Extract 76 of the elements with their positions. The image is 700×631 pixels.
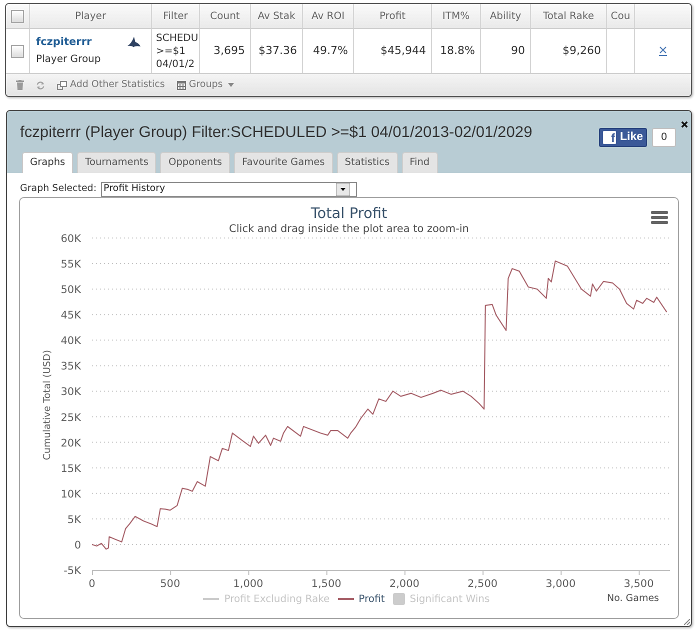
y-axis-title: Cumulative Total (USD) <box>42 350 53 460</box>
close-icon[interactable] <box>681 121 688 128</box>
y-tick-label: 35K <box>60 360 81 373</box>
y-tick-label: 15K <box>60 462 81 475</box>
x-tick-label: 0 <box>88 578 96 590</box>
y-tick-label: 40K <box>60 335 81 348</box>
column-header[interactable]: Total Rake <box>531 4 607 28</box>
chart-title: Total Profit <box>310 205 388 223</box>
panel-title: fczpiterrr (Player Group) Filter:SCHEDULED >=$1 04/01/2013-02/01/2029 <box>20 123 532 143</box>
y-tick-label: 20K <box>60 437 81 450</box>
x-tick-label: 2,000 <box>389 578 420 590</box>
windows-icon <box>57 80 67 90</box>
column-header[interactable]: Count <box>200 4 251 28</box>
y-tick-label: 30K <box>60 386 81 398</box>
x-tick-label: 3,500 <box>624 578 654 590</box>
graph-select[interactable]: Profit History <box>100 182 357 197</box>
column-header[interactable]: Av ROI <box>303 4 354 28</box>
table-cell-text: 49.7% <box>313 42 348 59</box>
tab[interactable]: Graphs <box>22 152 74 173</box>
table-cell-text: $37.36 <box>258 42 297 59</box>
legend-item[interactable]: Profit <box>338 592 385 606</box>
y-tick-label: -5K <box>64 565 81 577</box>
y-tick-label: 45K <box>60 310 81 322</box>
x-axis-title: No. Games <box>606 592 660 606</box>
legend-line-icon <box>338 598 354 600</box>
toolbar-button[interactable]: Add Other Statistics <box>57 78 165 92</box>
column-header[interactable]: Filter <box>152 4 200 28</box>
table-cell-text: $45,944 <box>380 42 426 59</box>
grid-icon <box>176 80 186 90</box>
legend-square-icon <box>392 593 405 605</box>
menu-icon[interactable] <box>651 211 668 224</box>
legend-line-icon <box>203 598 220 600</box>
graph-select-label: Graph Selected: <box>20 182 97 196</box>
checkbox[interactable] <box>11 44 24 58</box>
tab[interactable]: Find <box>402 152 438 173</box>
tab[interactable]: Favourite Games <box>234 152 333 173</box>
table-cell-text: 18.8% <box>440 42 475 59</box>
tab[interactable]: Opponents <box>160 152 230 173</box>
x-tick-label: 500 <box>160 578 180 590</box>
shark-icon <box>127 36 141 48</box>
y-tick-label: 10K <box>60 488 81 500</box>
trash-icon[interactable] <box>16 80 24 90</box>
like-button[interactable]: f Like <box>598 128 647 147</box>
caret-icon <box>228 83 234 87</box>
resize-grip-icon[interactable] <box>684 619 690 625</box>
table-cell-text: $9,260 <box>562 42 601 59</box>
x-tick-label: 1,000 <box>233 578 264 590</box>
y-tick-label: 25K <box>60 412 81 424</box>
checkbox[interactable] <box>11 10 24 22</box>
column-header[interactable]: Player <box>30 4 152 28</box>
y-tick-label: 60K <box>60 233 81 245</box>
column-header[interactable]: Av Stak <box>251 4 303 28</box>
x-tick-label: 3,000 <box>546 578 576 590</box>
column-header[interactable]: Profit <box>354 4 432 28</box>
like-count: 0 <box>652 128 676 147</box>
column-header[interactable]: Ability <box>481 4 531 28</box>
y-tick-label: 55K <box>60 258 81 271</box>
refresh-icon[interactable] <box>36 80 45 90</box>
logo-badge: f <box>602 131 616 144</box>
y-tick-label: 5K <box>67 514 81 526</box>
y-tick-label: 50K <box>60 284 81 296</box>
toolbar-button[interactable]: Groups <box>176 78 234 92</box>
chart-subtitle: Click and drag inside the plot area to zoom-in <box>229 223 469 236</box>
tab[interactable]: Statistics <box>336 152 398 173</box>
tab[interactable]: Tournaments <box>77 152 156 173</box>
table-cell-text: 3,695 <box>214 42 245 59</box>
column-header[interactable]: ITM% <box>432 4 481 28</box>
y-tick-label: 0 <box>74 539 81 552</box>
column-header[interactable]: Cou <box>607 4 635 28</box>
table-cell-text: 90 <box>511 42 525 59</box>
table-cell-text: SCHEDU >=$1 04/01/2 <box>155 32 198 70</box>
x-tick-label: 2,500 <box>468 578 498 590</box>
player-link[interactable]: fczpiterrr <box>36 36 101 49</box>
x-tick-label: 1,500 <box>311 578 342 590</box>
legend-label: Profit <box>358 592 385 606</box>
player-type: Player Group <box>36 53 101 66</box>
